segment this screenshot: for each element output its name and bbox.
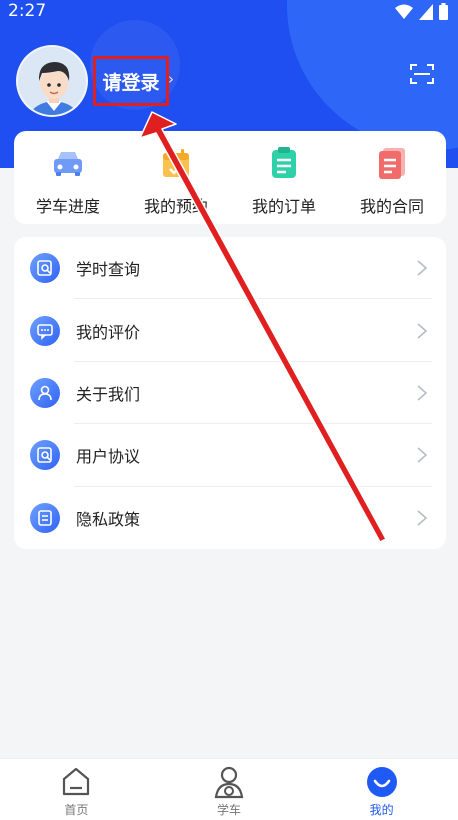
shortcut-label: 我的订单 (251, 197, 316, 216)
menu-item-label: 关于我们 (76, 384, 141, 404)
calendar-icon (163, 149, 189, 177)
menu-item-label: 用户协议 (76, 447, 141, 467)
status-time: 2:27 (8, 1, 47, 21)
comment-icon (30, 315, 60, 346)
shortcut-my-contract[interactable]: 我的合同 (338, 131, 446, 224)
menu-item-about-us[interactable]: 关于我们 (14, 362, 446, 425)
chevron-right-icon (417, 385, 428, 401)
record-search-icon (30, 253, 60, 284)
person-icon (30, 377, 60, 408)
profile-icon (366, 767, 397, 797)
bottom-tab-bar: 首页 学车 我的 (0, 758, 458, 820)
status-bar: 2:27 (0, 0, 458, 24)
menu-item-label: 我的评价 (76, 322, 141, 342)
shortcut-learning-progress[interactable]: 学车进度 (14, 131, 122, 224)
signal-icon (419, 3, 433, 20)
tab-label: 学车 (217, 803, 242, 817)
chevron-right-icon (417, 322, 428, 339)
tab-learn-driving[interactable]: 学车 (153, 759, 306, 820)
car-icon (54, 152, 82, 176)
tab-mine[interactable]: 我的 (305, 759, 458, 820)
home-icon (63, 767, 90, 796)
wifi-icon (395, 4, 413, 19)
menu-item-user-agreement[interactable]: 用户协议 (14, 424, 446, 487)
shortcut-my-orders[interactable]: 我的订单 (230, 131, 338, 224)
tab-label: 我的 (369, 803, 394, 817)
privacy-doc-icon (30, 502, 60, 533)
chevron-right-icon (417, 510, 428, 526)
agreement-icon (30, 440, 60, 471)
shortcut-label: 我的合同 (359, 197, 424, 216)
status-icons (395, 3, 448, 20)
login-button[interactable]: 请登录 (93, 56, 169, 106)
menu-item-privacy-policy[interactable]: 隐私政策 (14, 487, 446, 549)
battery-icon (439, 3, 448, 20)
menu-item-my-reviews[interactable]: 我的评价 (14, 299, 446, 362)
shortcut-my-appointment[interactable]: 我的预约 (122, 131, 230, 224)
shortcut-label: 学车进度 (35, 197, 100, 216)
shortcut-label: 我的预约 (143, 197, 208, 216)
contract-icon (379, 148, 405, 179)
avatar[interactable] (16, 45, 88, 117)
menu-item-label: 学时查询 (76, 260, 141, 280)
chevron-right-icon (417, 260, 428, 276)
menu-card: 学时查询 我的评价 关于我们 用户协议 隐私政策 (14, 237, 446, 549)
tab-home[interactable]: 首页 (0, 759, 153, 820)
learner-icon (214, 766, 244, 799)
chevron-right-icon: › (168, 70, 174, 88)
shortcut-card: 学车进度 我的预约 我的订单 我的合同 (14, 131, 446, 224)
order-list-icon (272, 147, 296, 178)
tab-label: 首页 (64, 803, 89, 817)
scan-icon[interactable] (410, 63, 434, 85)
chevron-right-icon (417, 447, 428, 463)
menu-item-label: 隐私政策 (76, 509, 141, 529)
menu-item-study-hours[interactable]: 学时查询 (14, 237, 446, 300)
